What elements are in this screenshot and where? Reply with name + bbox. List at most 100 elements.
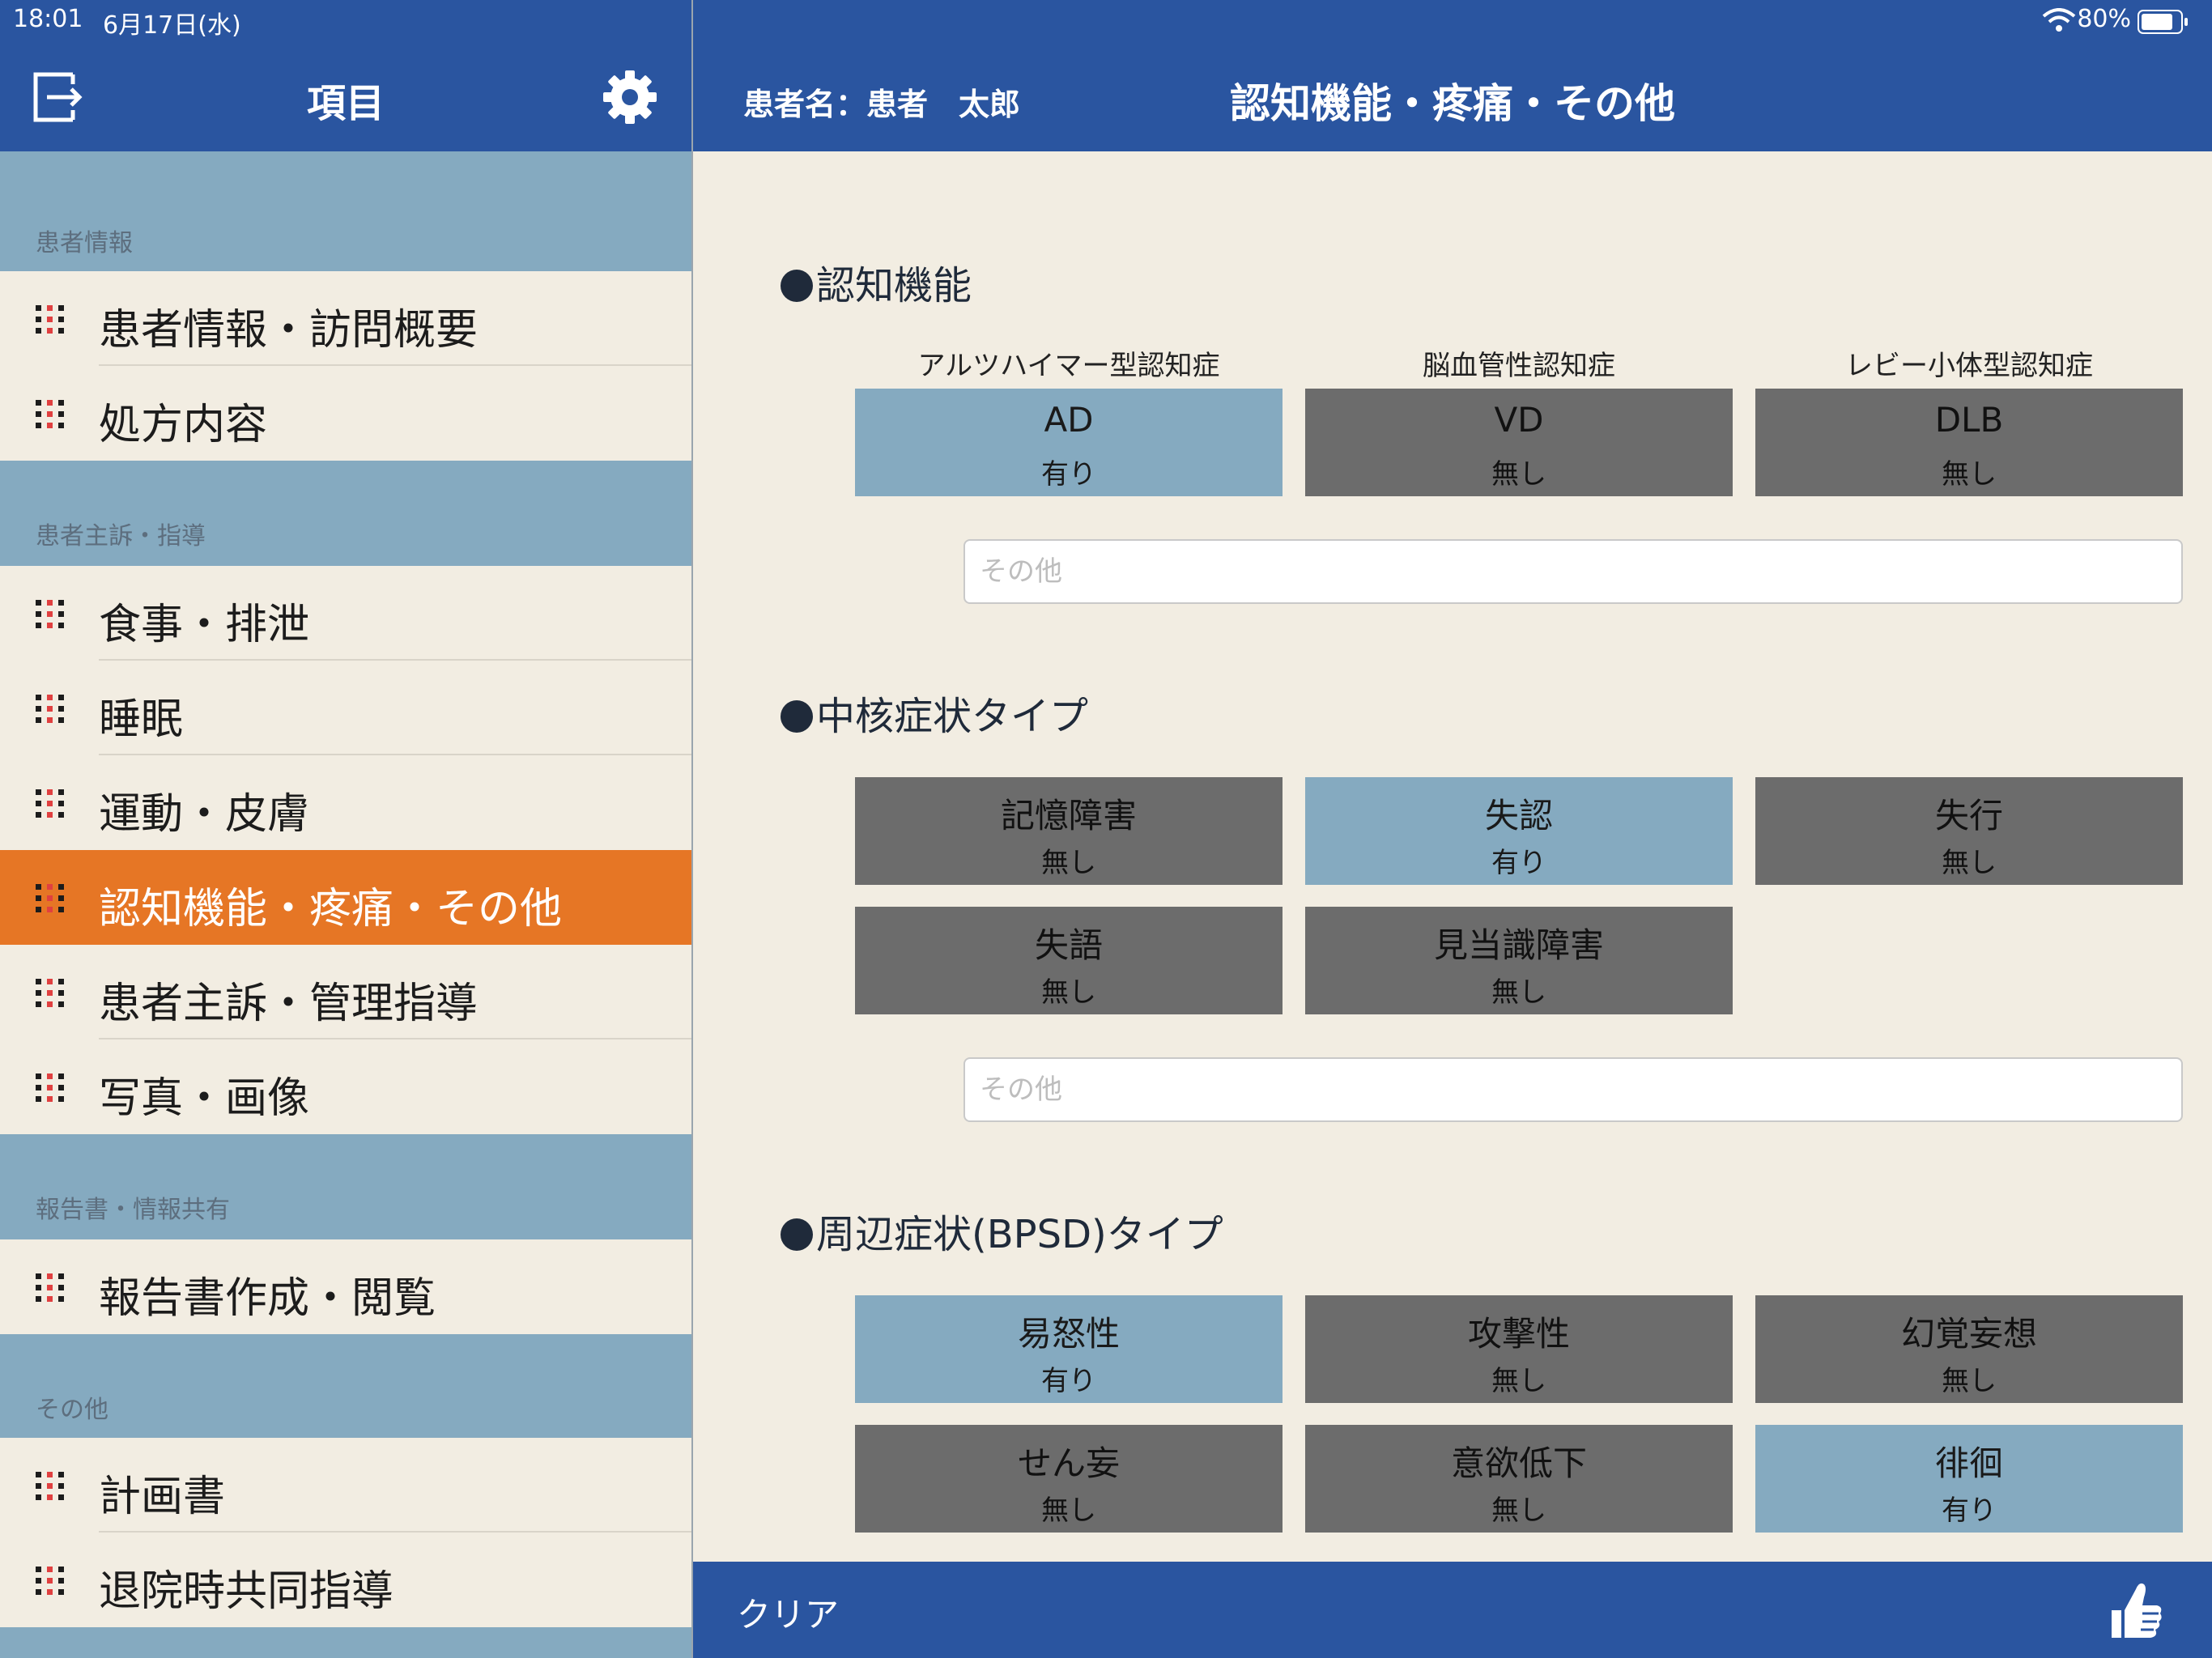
- battery-percent: 80%: [2077, 5, 2131, 33]
- tile-disorientation[interactable]: 見当識障害 無し: [1305, 907, 1733, 1014]
- caption-ad: アルツハイマー型認知症: [917, 350, 1220, 382]
- tile-name: VD: [1494, 400, 1544, 440]
- tile-name: 攻撃性: [1467, 1314, 1570, 1354]
- tile-name: 見当識障害: [1433, 925, 1604, 965]
- tile-name: 記憶障害: [1000, 796, 1137, 835]
- sidebar-item-prescription[interactable]: 処方内容: [0, 366, 691, 461]
- gear-icon[interactable]: [602, 69, 658, 125]
- caption-dlb: レビー小体型認知症: [1845, 350, 2093, 382]
- tile-agnosia[interactable]: 失認 有り: [1305, 777, 1733, 885]
- tile-name: 失行: [1934, 796, 2003, 835]
- content-area: 認知機能 アルツハイマー型認知症 脳血管性認知症 レビー小体型認知症 AD 有り…: [693, 151, 2212, 1562]
- tile-ad[interactable]: AD 有り: [855, 389, 1283, 496]
- tile-aggression[interactable]: 攻撃性 無し: [1305, 1295, 1733, 1403]
- sidebar-item-sleep[interactable]: 睡眠: [0, 661, 691, 755]
- grip-icon: [36, 695, 64, 723]
- status-date: 6月17日(水): [103, 11, 241, 40]
- tile-value: 無し: [1491, 1494, 1546, 1527]
- sidebar-item-photos[interactable]: 写真・画像: [0, 1039, 691, 1134]
- sidebar-item-plan[interactable]: 計画書: [0, 1438, 691, 1533]
- sidebar-item-label: 計画書: [99, 1473, 226, 1521]
- page-title: 認知機能・疼痛・その他: [1230, 80, 1675, 127]
- section-header-patient-info: 患者情報: [0, 151, 691, 271]
- tile-value: 有り: [1041, 458, 1096, 491]
- tile-delirium[interactable]: せん妄 無し: [855, 1425, 1283, 1533]
- tile-name: 失語: [1034, 925, 1103, 965]
- tile-name: DLB: [1934, 400, 2004, 440]
- tile-name: 徘徊: [1934, 1443, 2003, 1483]
- core-other-input[interactable]: [963, 1057, 2183, 1122]
- tile-apraxia[interactable]: 失行 無し: [1755, 777, 2183, 885]
- grip-icon: [36, 1472, 64, 1500]
- section-title-core: 中核症状タイプ: [781, 684, 1088, 741]
- section-label: 患者主訴・指導: [36, 522, 206, 551]
- battery-icon: [2138, 10, 2188, 34]
- tile-wandering[interactable]: 徘徊 有り: [1755, 1425, 2183, 1533]
- grip-icon: [36, 979, 64, 1007]
- bullet-icon: [781, 1218, 813, 1251]
- tile-vd[interactable]: VD 無し: [1305, 389, 1733, 496]
- grip-icon: [36, 789, 64, 818]
- sidebar-item-diet[interactable]: 食事・排泄: [0, 566, 691, 661]
- tile-dlb[interactable]: DLB 無し: [1755, 389, 2183, 496]
- tile-value: 無し: [1491, 1365, 1546, 1397]
- tile-value: 無し: [1041, 847, 1096, 879]
- grip-icon: [36, 1073, 64, 1102]
- sidebar-item-label: 患者主訴・管理指導: [99, 980, 479, 1028]
- section-header-reports: 報告書・情報共有: [0, 1134, 691, 1239]
- section-label: 患者情報: [36, 229, 133, 257]
- section-title-text: 認知機能: [816, 263, 972, 308]
- section-title-text: 周辺症状(BPSD)タイプ: [816, 1212, 1223, 1257]
- section-title-bpsd: 周辺症状(BPSD)タイプ: [781, 1202, 1223, 1259]
- tile-aphasia[interactable]: 失語 無し: [855, 907, 1283, 1014]
- caption-vd: 脳血管性認知症: [1423, 350, 1615, 382]
- sidebar-item-report[interactable]: 報告書作成・閲覧: [0, 1239, 691, 1334]
- status-time: 18:01: [13, 5, 83, 33]
- sidebar-item-label: 睡眠: [99, 695, 184, 744]
- sidebar-item-label: 運動・皮膚: [99, 790, 310, 839]
- sidebar-item-discharge[interactable]: 退院時共同指導: [0, 1533, 691, 1627]
- grip-icon: [36, 884, 64, 912]
- sidebar-item-label: 患者情報・訪問概要: [99, 306, 479, 355]
- tile-name: AD: [1044, 400, 1094, 440]
- sidebar-item-cognitive-active[interactable]: 認知機能・疼痛・その他: [0, 850, 691, 945]
- tile-value: 無し: [1491, 458, 1546, 491]
- tile-irritability[interactable]: 易怒性 有り: [855, 1295, 1283, 1403]
- tile-apathy[interactable]: 意欲低下 無し: [1305, 1425, 1733, 1533]
- clear-button[interactable]: クリア: [737, 1588, 839, 1637]
- section-title-cognitive: 認知機能: [781, 253, 972, 310]
- sidebar-item-exercise-skin[interactable]: 運動・皮膚: [0, 755, 691, 850]
- cognitive-other-input[interactable]: [963, 539, 2183, 604]
- section-header-other: その他: [0, 1334, 691, 1438]
- thumbs-up-icon[interactable]: [2105, 1578, 2167, 1643]
- sidebar-title: 項目: [306, 81, 385, 126]
- sidebar-header: 18:01 6月17日(水) 項目: [0, 0, 691, 151]
- tile-value: 無し: [1942, 458, 1997, 491]
- tile-name: 失認: [1484, 796, 1553, 835]
- sidebar-item-label: 処方内容: [99, 401, 268, 449]
- tile-value: 有り: [1491, 847, 1546, 879]
- sidebar-item-label: 退院時共同指導: [99, 1567, 394, 1616]
- tile-name: せん妄: [1017, 1443, 1120, 1483]
- section-title-text: 中核症状タイプ: [816, 694, 1089, 739]
- tile-memory[interactable]: 記憶障害 無し: [855, 777, 1283, 885]
- grip-icon: [36, 400, 64, 428]
- tile-name: 易怒性: [1017, 1314, 1120, 1354]
- grip-icon: [36, 600, 64, 628]
- tile-hallucination[interactable]: 幻覚妄想 無し: [1755, 1295, 2183, 1403]
- section-header-complaints: 患者主訴・指導: [0, 461, 691, 566]
- sidebar-item-complaint-guidance[interactable]: 患者主訴・管理指導: [0, 945, 691, 1039]
- bullet-icon: [781, 700, 813, 733]
- bottom-toolbar: クリア: [693, 1562, 2212, 1658]
- sidebar: 18:01 6月17日(水) 項目 患者情報 患者情報・訪問概要 処方内容 患者…: [0, 0, 691, 1658]
- sidebar-item-patient-visit[interactable]: 患者情報・訪問概要: [0, 271, 691, 366]
- main-header: 患者名：患者 太郎 認知機能・疼痛・その他 80%: [693, 0, 2212, 151]
- sidebar-item-label: 食事・排泄: [99, 601, 310, 649]
- sidebar-item-label: 報告書作成・閲覧: [99, 1274, 436, 1323]
- tile-value: 無し: [1942, 847, 1997, 879]
- grip-icon: [36, 1273, 64, 1302]
- section-label: その他: [36, 1396, 108, 1424]
- section-label: 報告書・情報共有: [36, 1196, 230, 1224]
- wifi-icon: [2042, 8, 2076, 32]
- grip-icon: [36, 305, 64, 334]
